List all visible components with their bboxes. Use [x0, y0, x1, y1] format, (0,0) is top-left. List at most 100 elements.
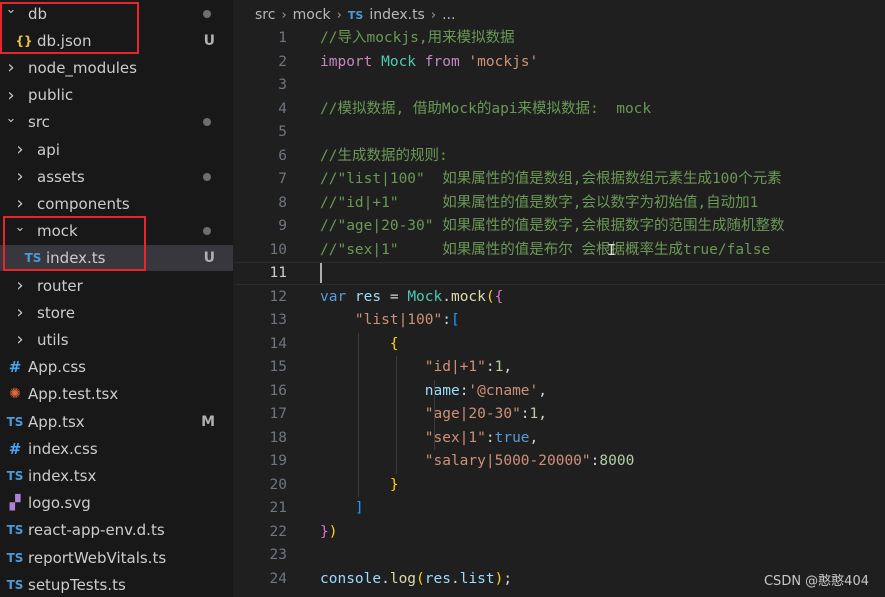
line-number: 23	[269, 547, 287, 563]
tree-item-store[interactable]: › store	[0, 300, 233, 326]
code-line: 7 //"list|100" 如果属性的值是数组,会根据数组元素生成100个元素	[235, 168, 885, 192]
line-number: 22	[269, 523, 287, 540]
tree-item-app-tsx[interactable]: TS App.tsx M	[0, 409, 233, 435]
line-number: 4	[278, 100, 287, 117]
code-token: 8000	[599, 453, 635, 469]
code-token: list	[459, 570, 495, 587]
line-code: "salary|5000-20000":8000	[320, 450, 635, 474]
code-token: 1	[529, 406, 539, 422]
line-number: 1	[278, 30, 287, 46]
code-line: 13 "list|100":[	[235, 309, 885, 333]
tree-item-utils[interactable]: › utils	[0, 327, 233, 353]
modified-dot-icon	[203, 118, 211, 127]
tree-item-components[interactable]: › components	[0, 191, 233, 217]
tree-item-app-css[interactable]: # App.css	[0, 354, 233, 380]
tree-item-label: logo.svg	[28, 494, 91, 513]
breadcrumb-src[interactable]: src	[255, 7, 275, 23]
tree-item-label: App.tsx	[28, 412, 85, 431]
tree-item-router[interactable]: › router	[0, 273, 233, 299]
code-token: :	[485, 429, 495, 446]
tree-item-setuptests-ts[interactable]: TS setupTests.ts	[0, 572, 233, 597]
tree-item-label: api	[37, 140, 60, 159]
tree-item-app-test-tsx[interactable]: ✺ App.test.tsx	[0, 381, 233, 407]
code-token: .	[450, 570, 460, 587]
tree-item-public[interactable]: › public	[0, 82, 233, 108]
chevron-right-icon: ›	[16, 166, 24, 188]
tree-item-node-modules[interactable]: › node_modules	[0, 55, 233, 81]
modified-dot-icon	[203, 9, 211, 18]
code-token: console	[320, 570, 382, 587]
breadcrumb-mock[interactable]: mock	[293, 7, 331, 23]
line-number: 20	[269, 476, 287, 493]
chevron-right-icon: ›	[16, 329, 24, 351]
code-token: //"list|100" 如果属性的值是数组,会根据数组元素生成100个元素	[320, 171, 782, 187]
code-line: 4 //模拟数据, 借助Mock的api来模拟数据: mock	[235, 98, 885, 122]
chevron-right-icon: ›	[7, 57, 15, 79]
tree-item-index-tsx[interactable]: TS index.tsx	[0, 463, 233, 489]
line-code: //"age|20-30" 如果属性的值是数字,会根据数字的范围生成随机整数	[320, 215, 784, 239]
line-number: 5	[278, 124, 287, 140]
line-code: //模拟数据, 借助Mock的api来模拟数据: mock	[320, 98, 651, 122]
code-token: "salary|5000-20000"	[424, 453, 591, 469]
tree-item-label: setupTests.ts	[28, 575, 126, 594]
code-line: 21 ]	[235, 497, 885, 521]
tree-item-label: store	[37, 303, 75, 322]
tree-item-logo-svg[interactable]: ▞ logo.svg	[0, 490, 233, 516]
code-token: Mock	[407, 288, 443, 305]
line-number: 18	[269, 429, 287, 446]
code-line: 2 import Mock from 'mockjs'	[235, 51, 885, 75]
code-token: [	[450, 312, 460, 328]
line-number: 3	[278, 77, 287, 93]
annotation-box-2	[3, 216, 146, 271]
tree-item-assets[interactable]: › assets	[0, 164, 233, 190]
code-line: 15 "id|+1":1,	[235, 356, 885, 380]
code-line: 19 "salary|5000-20000":8000	[235, 450, 885, 474]
line-number: 8	[278, 194, 287, 211]
code-editor[interactable]: src › mock › TS index.ts › ... 1 //导入mock…	[235, 0, 885, 597]
chevron-right-icon: ›	[16, 302, 24, 324]
code-line: 20 }	[235, 474, 885, 498]
breadcrumb: src › mock › TS index.ts › ...	[255, 5, 455, 25]
tree-item-api[interactable]: › api	[0, 137, 233, 163]
code-token: name	[424, 382, 460, 399]
breadcrumb-file[interactable]: index.ts	[369, 7, 425, 23]
modified-dot-icon	[203, 227, 211, 236]
typescript-icon: TS	[6, 468, 24, 483]
git-status-badge: U	[203, 250, 215, 267]
chevron-right-icon: ›	[16, 193, 24, 215]
line-code: "id|+1":1,	[320, 356, 512, 380]
code-token: 'mockjs'	[468, 53, 539, 70]
typescript-icon: TS	[6, 523, 24, 538]
chevron-right-icon: ›	[336, 7, 342, 23]
tree-item-index-css[interactable]: # index.css	[0, 436, 233, 462]
tree-item-reportwebvitals-ts[interactable]: TS reportWebVitals.ts	[0, 545, 233, 571]
code-token: :	[485, 359, 495, 375]
code-line: 9 //"age|20-30" 如果属性的值是数字,会根据数字的范围生成随机整数	[235, 215, 885, 239]
line-code: "sex|1":true,	[320, 427, 539, 451]
tree-item-label: src	[28, 113, 50, 132]
code-token: }	[389, 476, 399, 493]
line-number: 21	[269, 500, 287, 516]
line-number: 15	[269, 359, 287, 375]
chevron-right-icon: ›	[430, 7, 437, 23]
code-token: =	[389, 288, 408, 305]
code-token: ,	[538, 406, 547, 422]
tree-item-src[interactable]: ⌄ src	[0, 109, 233, 135]
tree-item-react-app-env-d-ts[interactable]: TS react-app-env.d.ts	[0, 517, 233, 543]
line-number: 9	[278, 218, 287, 234]
code-line: 14 {	[235, 333, 885, 357]
modified-dot-icon	[203, 172, 211, 181]
code-token: :	[442, 312, 451, 328]
code-token: //生成数据的规则:	[320, 147, 448, 164]
breadcrumb-symbols[interactable]: ...	[442, 7, 455, 23]
code-line: 12 var res = Mock.mock({	[235, 286, 885, 310]
text-caret	[320, 263, 322, 283]
code-token: {	[389, 335, 399, 352]
typescript-icon: TS	[347, 8, 364, 22]
typescript-icon: TS	[6, 577, 24, 592]
code-token: //"age|20-30" 如果属性的值是数字,会根据数字的范围生成随机整数	[320, 218, 785, 234]
line-number: 7	[278, 171, 287, 187]
